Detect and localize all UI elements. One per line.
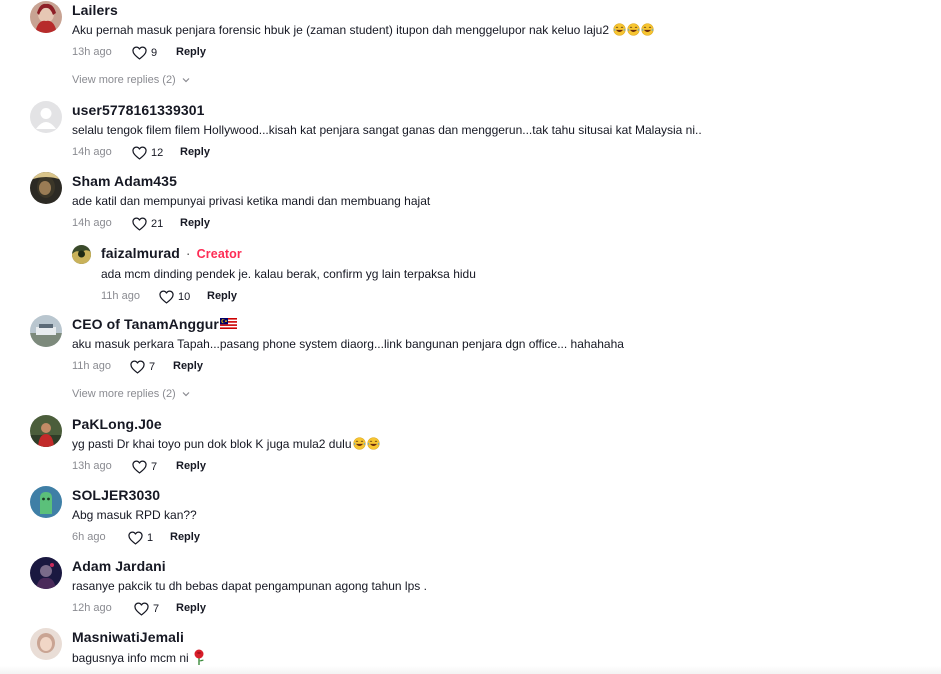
- view-more-replies-button[interactable]: View more replies (2): [72, 72, 191, 88]
- comment-item: PaKLong.J0e yg pasti Dr khai toyo pun do…: [30, 415, 941, 477]
- reply-button[interactable]: Reply: [176, 43, 206, 61]
- reply-button[interactable]: Reply: [170, 528, 200, 546]
- chevron-down-icon: [181, 389, 191, 399]
- reply-button[interactable]: Reply: [173, 357, 203, 375]
- heart-outline-icon: [132, 217, 147, 231]
- comment-username[interactable]: SOLJER3030: [72, 486, 941, 504]
- comment-username[interactable]: Lailers: [72, 1, 941, 19]
- laugh-emoji-icon: [367, 437, 380, 450]
- comment-meta: 13h ago 7 Reply: [72, 457, 941, 475]
- heart-outline-icon: [128, 531, 143, 545]
- avatar[interactable]: [30, 315, 62, 347]
- like-button[interactable]: 7: [134, 600, 159, 618]
- like-count: 9: [151, 47, 158, 59]
- reply-button[interactable]: Reply: [180, 143, 210, 161]
- comment-item: CEO of TanamAnggur aku masuk perkara Tap…: [30, 315, 941, 377]
- like-button[interactable]: 10: [159, 288, 190, 306]
- laugh-emoji-icon: [613, 23, 626, 36]
- comment-item: Lailers Aku pernah masuk penjara forensi…: [30, 1, 941, 63]
- comment-timestamp: 14h ago: [72, 146, 112, 158]
- view-more-replies-button[interactable]: View more replies (2): [72, 386, 191, 402]
- like-button[interactable]: 21: [132, 215, 163, 233]
- comment-text: Aku pernah masuk penjara forensic hbuk j…: [72, 22, 941, 38]
- reply-username[interactable]: faizalmurad: [101, 245, 180, 261]
- reply-button[interactable]: Reply: [176, 599, 206, 617]
- comment-timestamp: 13h ago: [72, 46, 112, 58]
- comment-meta: 14h ago 12 Reply: [72, 143, 941, 161]
- like-button[interactable]: 7: [130, 358, 155, 376]
- like-count: 7: [151, 461, 158, 473]
- separator-dot: ·: [185, 245, 191, 261]
- comment-item: Sham Adam435 ade katil dan mempunyai pri…: [30, 172, 941, 234]
- like-count: 1: [147, 532, 154, 544]
- comment-timestamp: 13h ago: [72, 460, 112, 472]
- like-button[interactable]: 12: [132, 144, 163, 162]
- heart-outline-icon: [132, 146, 147, 160]
- comment-meta: 12h ago 7 Reply: [72, 599, 941, 617]
- avatar[interactable]: [30, 486, 62, 518]
- heart-outline-icon: [134, 602, 149, 616]
- chevron-down-icon: [181, 75, 191, 85]
- comment-text: yg pasti Dr khai toyo pun dok blok K jug…: [72, 436, 941, 452]
- avatar[interactable]: [30, 1, 62, 33]
- comment-meta: 14h ago 21 Reply: [72, 214, 941, 232]
- comment-text: bagusnya info mcm ni: [72, 649, 941, 666]
- comment-username[interactable]: MasniwatiJemali: [72, 628, 941, 646]
- laugh-emoji-icon: [641, 23, 654, 36]
- reply-timestamp: 11h ago: [101, 290, 140, 302]
- reply-button[interactable]: Reply: [180, 214, 210, 232]
- comment-text: ade katil dan mempunyai privasi ketika m…: [72, 194, 431, 208]
- comment-text: Abg masuk RPD kan??: [72, 508, 197, 522]
- comment-username[interactable]: Sham Adam435: [72, 172, 941, 190]
- comment-timestamp: 11h ago: [72, 360, 111, 372]
- avatar[interactable]: [30, 101, 62, 133]
- like-button[interactable]: 7: [132, 458, 157, 476]
- malaysia-flag-icon: [219, 318, 237, 329]
- like-count: 7: [149, 361, 156, 373]
- avatar[interactable]: [30, 415, 62, 447]
- like-button[interactable]: 9: [132, 44, 157, 62]
- heart-outline-icon: [132, 460, 147, 474]
- comment-timestamp: 6h ago: [72, 531, 106, 543]
- reply-meta: 11h ago 10 Reply: [101, 287, 941, 305]
- scroll-fade: [0, 666, 941, 674]
- reply-text: ada mcm dinding pendek je. kalau berak, …: [101, 267, 476, 281]
- heart-outline-icon: [159, 290, 174, 304]
- comment-text: rasanye pakcik tu dh bebas dapat pengamp…: [72, 579, 427, 593]
- heart-outline-icon: [132, 46, 147, 60]
- comment-meta: 11h ago 7 Reply: [72, 357, 941, 375]
- comment-item: user5778161339301 selalu tengok filem fi…: [30, 101, 941, 163]
- avatar[interactable]: [30, 172, 62, 204]
- like-button[interactable]: 1: [128, 529, 153, 547]
- comment-username[interactable]: PaKLong.J0e: [72, 415, 941, 433]
- like-count: 7: [153, 603, 160, 615]
- reply-button[interactable]: Reply: [176, 457, 206, 475]
- comment-meta: 6h ago 1 Reply: [72, 528, 941, 546]
- reply-item: faizalmurad · Creator ada mcm dinding pe…: [72, 244, 941, 306]
- comment-username[interactable]: Adam Jardani: [72, 557, 941, 575]
- comment-username[interactable]: CEO of TanamAnggur: [72, 315, 941, 333]
- comment-username[interactable]: user5778161339301: [72, 101, 941, 119]
- avatar[interactable]: [30, 557, 62, 589]
- heart-outline-icon: [130, 360, 145, 374]
- avatar[interactable]: [72, 245, 91, 264]
- rose-emoji-icon: [194, 649, 204, 665]
- comment-text: selalu tengok filem filem Hollywood...ki…: [72, 123, 702, 137]
- reply-username-line: faizalmurad · Creator: [101, 244, 941, 263]
- reply-button[interactable]: Reply: [207, 287, 237, 305]
- like-count: 10: [178, 291, 191, 303]
- comment-item: SOLJER3030 Abg masuk RPD kan?? 6h ago 1 …: [30, 486, 941, 548]
- comment-timestamp: 14h ago: [72, 217, 112, 229]
- creator-badge: Creator: [196, 247, 242, 261]
- comment-item: Adam Jardani rasanye pakcik tu dh bebas …: [30, 557, 941, 619]
- laugh-emoji-icon: [627, 23, 640, 36]
- comment-text: aku masuk perkara Tapah...pasang phone s…: [72, 337, 624, 351]
- like-count: 12: [151, 147, 164, 159]
- comment-meta: 13h ago 9 Reply: [72, 43, 941, 61]
- laugh-emoji-icon: [353, 437, 366, 450]
- comment-timestamp: 12h ago: [72, 602, 112, 614]
- avatar[interactable]: [30, 628, 62, 660]
- like-count: 21: [151, 218, 164, 230]
